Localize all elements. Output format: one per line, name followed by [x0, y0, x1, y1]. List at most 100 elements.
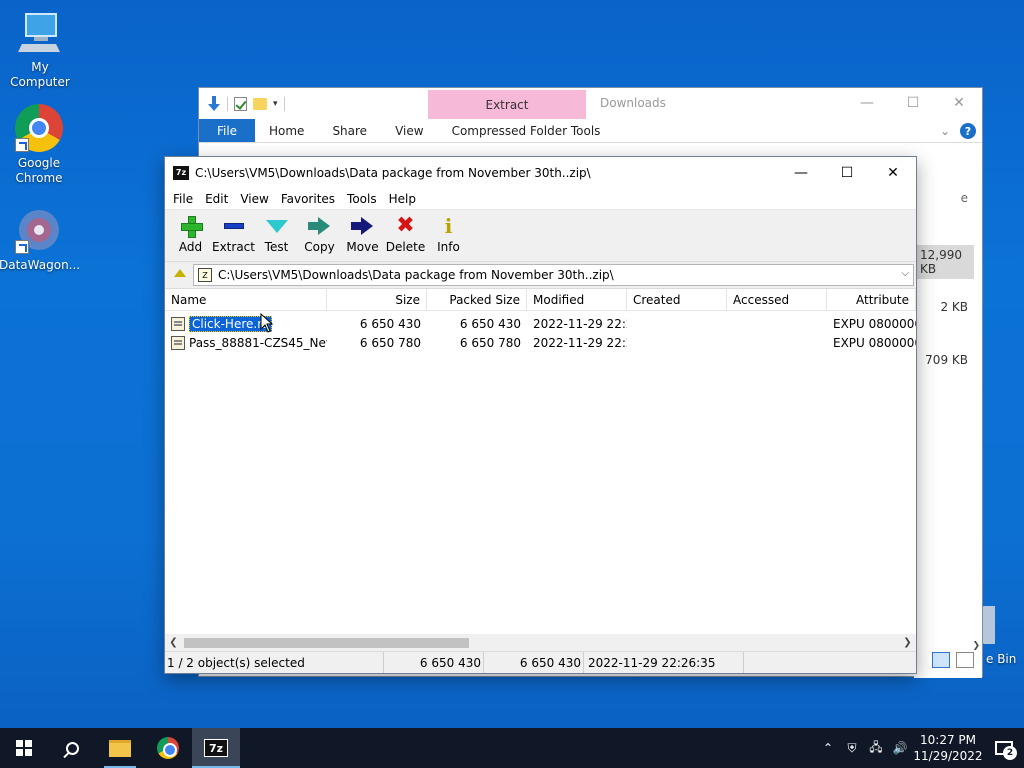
menu-bar: File Edit View Favorites Tools Help — [165, 188, 916, 210]
horizontal-scrollbar[interactable]: ❮ ❯ — [165, 634, 916, 651]
title-bar[interactable]: 7z C:\Users\VM5\Downloads\Data package f… — [165, 157, 916, 188]
address-field[interactable]: Z C:\Users\VM5\Downloads\Data package fr… — [193, 264, 914, 286]
ribbon-tab-file[interactable]: File — [199, 119, 255, 142]
maximize-button[interactable]: ☐ — [824, 157, 870, 188]
close-button[interactable]: ✕ — [936, 88, 982, 118]
column-header-size[interactable]: Size — [327, 289, 427, 310]
properties-icon[interactable] — [234, 96, 247, 111]
file-icon — [171, 335, 185, 350]
chevron-down-icon[interactable]: ⌵ — [901, 268, 909, 279]
taskbar-7zip[interactable]: 7z — [192, 728, 240, 768]
column-header-accessed[interactable]: Accessed — [727, 289, 827, 310]
info-label: Info — [437, 240, 460, 254]
explorer-file-sizes: e 12,990 KB 2 KB 709 KB ❯ — [914, 143, 982, 678]
table-row[interactable]: Click-Here.ra 6 650 430 6 650 430 2022-1… — [165, 314, 916, 333]
scrollbar-thumb[interactable] — [184, 638, 469, 648]
search-icon — [65, 741, 79, 755]
action-center-button[interactable]: 2 — [984, 728, 1024, 768]
extract-context-tab[interactable]: Extract — [428, 90, 586, 119]
clock-date: 11/29/2022 — [913, 749, 983, 763]
security-icon[interactable]: ⛨ — [840, 741, 864, 756]
menu-tools[interactable]: Tools — [341, 192, 383, 206]
system-tray: ⌃ ⛨ 🖧 🔊 10:27 PM 11/29/2022 2 — [816, 728, 1024, 768]
help-icon[interactable]: ? — [960, 123, 976, 139]
windows-logo-icon — [16, 740, 32, 756]
delete-button[interactable]: ✖ Delete — [384, 210, 427, 262]
info-button[interactable]: i Info — [427, 210, 470, 262]
menu-file[interactable]: File — [167, 192, 199, 206]
file-list[interactable]: Name Size Packed Size Modified Created A… — [165, 288, 916, 651]
column-header-created[interactable]: Created — [627, 289, 727, 310]
ribbon-tab-view[interactable]: View — [381, 119, 437, 142]
copy-button[interactable]: Copy — [298, 210, 341, 262]
maximize-button[interactable]: ☐ — [890, 88, 936, 118]
add-label: Add — [178, 240, 203, 254]
ribbon-tab-share[interactable]: Share — [318, 119, 381, 142]
recycle-bin-icon[interactable] — [983, 606, 995, 644]
up-folder-button[interactable] — [167, 264, 193, 286]
details-view-icon[interactable] — [932, 652, 950, 668]
shortcut-arrow-icon — [15, 138, 29, 152]
minimize-button[interactable]: — — [844, 88, 890, 118]
start-button[interactable] — [0, 728, 48, 768]
desktop-icon-label: DataWagon... — [0, 258, 81, 272]
test-label: Test — [264, 240, 289, 254]
delete-label: Delete — [385, 240, 426, 254]
network-icon[interactable]: 🖧 — [864, 738, 888, 759]
column-header-packed-size[interactable]: Packed Size — [427, 289, 527, 310]
file-size-value: 2 KB — [940, 300, 968, 314]
7zip-window[interactable]: 7z C:\Users\VM5\Downloads\Data package f… — [164, 156, 917, 674]
table-row[interactable]: Pass_88881-CZS45_New... 6 650 780 6 650 … — [165, 333, 916, 352]
expand-ribbon-icon[interactable]: ⌄ — [940, 124, 950, 138]
extract-label: Extract — [212, 240, 255, 254]
column-header-modified[interactable]: Modified — [527, 289, 627, 310]
desktop-icon-my-computer[interactable]: My Computer — [0, 8, 80, 90]
file-packed-size: 6 650 430 — [459, 316, 521, 331]
column-header-name[interactable]: Name — [165, 289, 327, 310]
scroll-right-arrow-icon[interactable]: ❯ — [899, 637, 916, 648]
7zip-app-icon: 7z — [173, 165, 189, 180]
new-folder-icon[interactable] — [253, 97, 267, 110]
minimize-button[interactable]: — — [778, 157, 824, 188]
ribbon-tab-compressed-folder-tools[interactable]: Compressed Folder Tools — [437, 119, 615, 142]
volume-icon[interactable]: 🔊 — [888, 741, 912, 755]
taskbar-file-explorer[interactable] — [96, 728, 144, 768]
close-button[interactable]: ✕ — [870, 157, 916, 188]
datawagon-icon — [15, 206, 63, 254]
menu-edit[interactable]: Edit — [199, 192, 234, 206]
copy-arrow-icon — [307, 217, 332, 235]
info-icon: i — [444, 214, 453, 238]
clock[interactable]: 10:27 PM 11/29/2022 — [912, 732, 984, 764]
clock-time: 10:27 PM — [920, 733, 976, 747]
status-selection: 1 / 2 object(s) selected — [165, 652, 384, 673]
extract-button[interactable]: Extract — [212, 210, 255, 262]
column-header-partial: e — [960, 191, 968, 205]
column-header-attribute[interactable]: Attribute — [827, 289, 916, 310]
computer-icon — [16, 8, 64, 56]
recycle-bin-label[interactable]: e Bin — [986, 652, 1016, 666]
taskbar-chrome[interactable] — [144, 728, 192, 768]
chevron-up-icon[interactable]: ⌃ — [816, 741, 840, 755]
menu-help[interactable]: Help — [383, 192, 422, 206]
shortcut-arrow-icon — [15, 240, 29, 254]
scroll-left-arrow-icon[interactable]: ❮ — [165, 637, 182, 648]
archive-file-icon — [171, 316, 185, 331]
move-button[interactable]: Move — [341, 210, 384, 262]
up-arrow-icon — [174, 269, 186, 277]
ribbon-tab-home[interactable]: Home — [255, 119, 318, 142]
test-button[interactable]: Test — [255, 210, 298, 262]
desktop-icon-google-chrome[interactable]: Google Chrome — [0, 104, 79, 186]
desktop-icon-datawagon[interactable]: DataWagon... — [0, 206, 81, 273]
file-name[interactable]: Pass_88881-CZS45_New... — [189, 336, 327, 350]
menu-view[interactable]: View — [234, 192, 274, 206]
download-arrow-icon[interactable] — [207, 95, 221, 112]
copy-label: Copy — [304, 240, 335, 254]
menu-favorites[interactable]: Favorites — [275, 192, 341, 206]
chrome-icon — [157, 737, 179, 759]
customize-qat-icon[interactable]: ▾ — [273, 99, 278, 109]
file-modified: 2022-11-29 22:26 — [533, 316, 627, 331]
plus-icon — [180, 216, 203, 238]
large-icons-view-icon[interactable] — [956, 652, 974, 668]
search-button[interactable] — [48, 728, 96, 768]
add-button[interactable]: Add — [169, 210, 212, 262]
